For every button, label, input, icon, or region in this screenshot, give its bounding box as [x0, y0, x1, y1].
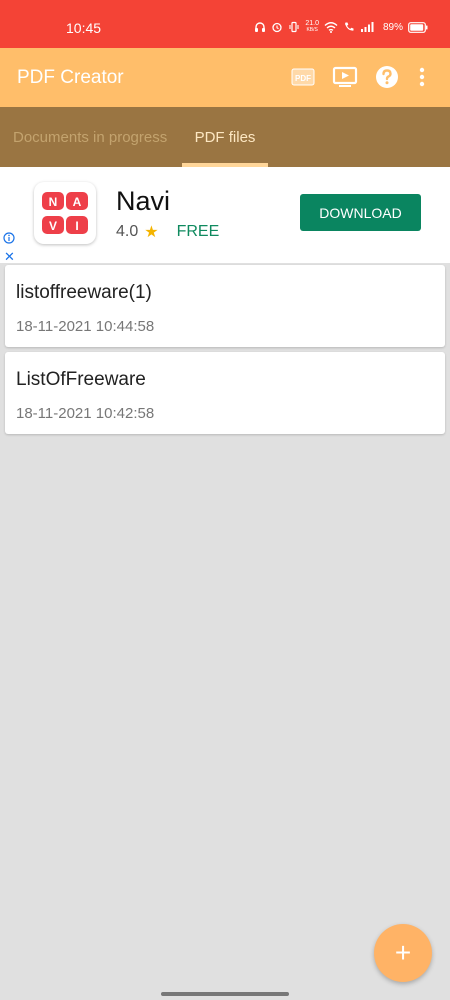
help-button[interactable]	[366, 62, 408, 92]
wifi-icon	[324, 22, 338, 33]
ad-app-name[interactable]: Navi	[116, 186, 170, 217]
more-options-button[interactable]	[408, 62, 436, 92]
plus-icon: +	[394, 937, 412, 968]
app-actions: PDF	[282, 62, 436, 92]
vibrate-icon	[289, 21, 299, 33]
ad-download-button[interactable]: DOWNLOAD	[300, 194, 421, 231]
ad-banner[interactable]: N A V I Navi 4.0 ★ FREE DOWNLOAD ✕	[0, 167, 450, 265]
logo-letter-n: N	[49, 195, 58, 209]
status-bar: 10:45 21.0 KB/S 89%	[0, 0, 450, 48]
info-icon[interactable]	[3, 232, 15, 244]
help-icon	[376, 66, 398, 88]
ad-meta: 4.0 ★ FREE	[116, 222, 219, 242]
status-time: 10:45	[66, 20, 102, 36]
add-fab-button[interactable]: +	[374, 924, 432, 982]
pdf-action-button[interactable]: PDF	[282, 62, 324, 92]
file-name: listoffreeware(1)	[16, 282, 152, 303]
pdf-icon: PDF	[291, 68, 315, 86]
signal-icon	[360, 22, 374, 32]
status-icons: 21.0 KB/S 89%	[254, 19, 428, 35]
more-vert-icon	[419, 67, 425, 87]
app-title: PDF Creator	[17, 67, 124, 88]
net-speed-unit: KB/S	[306, 27, 318, 33]
app-bar: PDF Creator PDF	[0, 48, 450, 107]
file-date: 18-11-2021 10:44:58	[16, 318, 155, 335]
logo-letter-v: V	[49, 219, 57, 233]
battery-percent: 89%	[382, 21, 403, 33]
list-item[interactable]: listoffreeware(1) 18-11-2021 10:44:58	[5, 265, 445, 347]
tab-documents-in-progress[interactable]: Documents in progress	[13, 107, 167, 167]
ad-price: FREE	[176, 223, 220, 240]
file-date: 18-11-2021 10:42:58	[16, 405, 155, 422]
tab-pdf-files[interactable]: PDF files	[182, 107, 268, 167]
call-icon	[344, 22, 354, 31]
slideshow-icon	[332, 66, 358, 87]
alarm-icon	[272, 22, 283, 33]
logo-letter-i: I	[75, 219, 78, 233]
logo-letter-a: A	[73, 195, 82, 209]
slideshow-button[interactable]	[324, 62, 366, 92]
home-indicator[interactable]	[161, 992, 289, 996]
star-icon: ★	[144, 224, 159, 241]
pdf-icon-label: PDF	[295, 74, 311, 83]
net-speed-value: 21.0	[305, 20, 319, 27]
headphones-icon	[255, 22, 266, 32]
navi-logo[interactable]: N A V I	[34, 182, 96, 244]
battery-icon	[408, 21, 428, 33]
net-speed: 21.0 KB/S	[305, 20, 319, 34]
ad-close-icon[interactable]: ✕	[4, 249, 15, 265]
ad-rating: 4.0	[116, 223, 139, 240]
file-name: ListOfFreeware	[16, 369, 146, 390]
tab-bar: Documents in progress PDF files	[0, 107, 450, 167]
list-item[interactable]: ListOfFreeware 18-11-2021 10:42:58	[5, 352, 445, 434]
